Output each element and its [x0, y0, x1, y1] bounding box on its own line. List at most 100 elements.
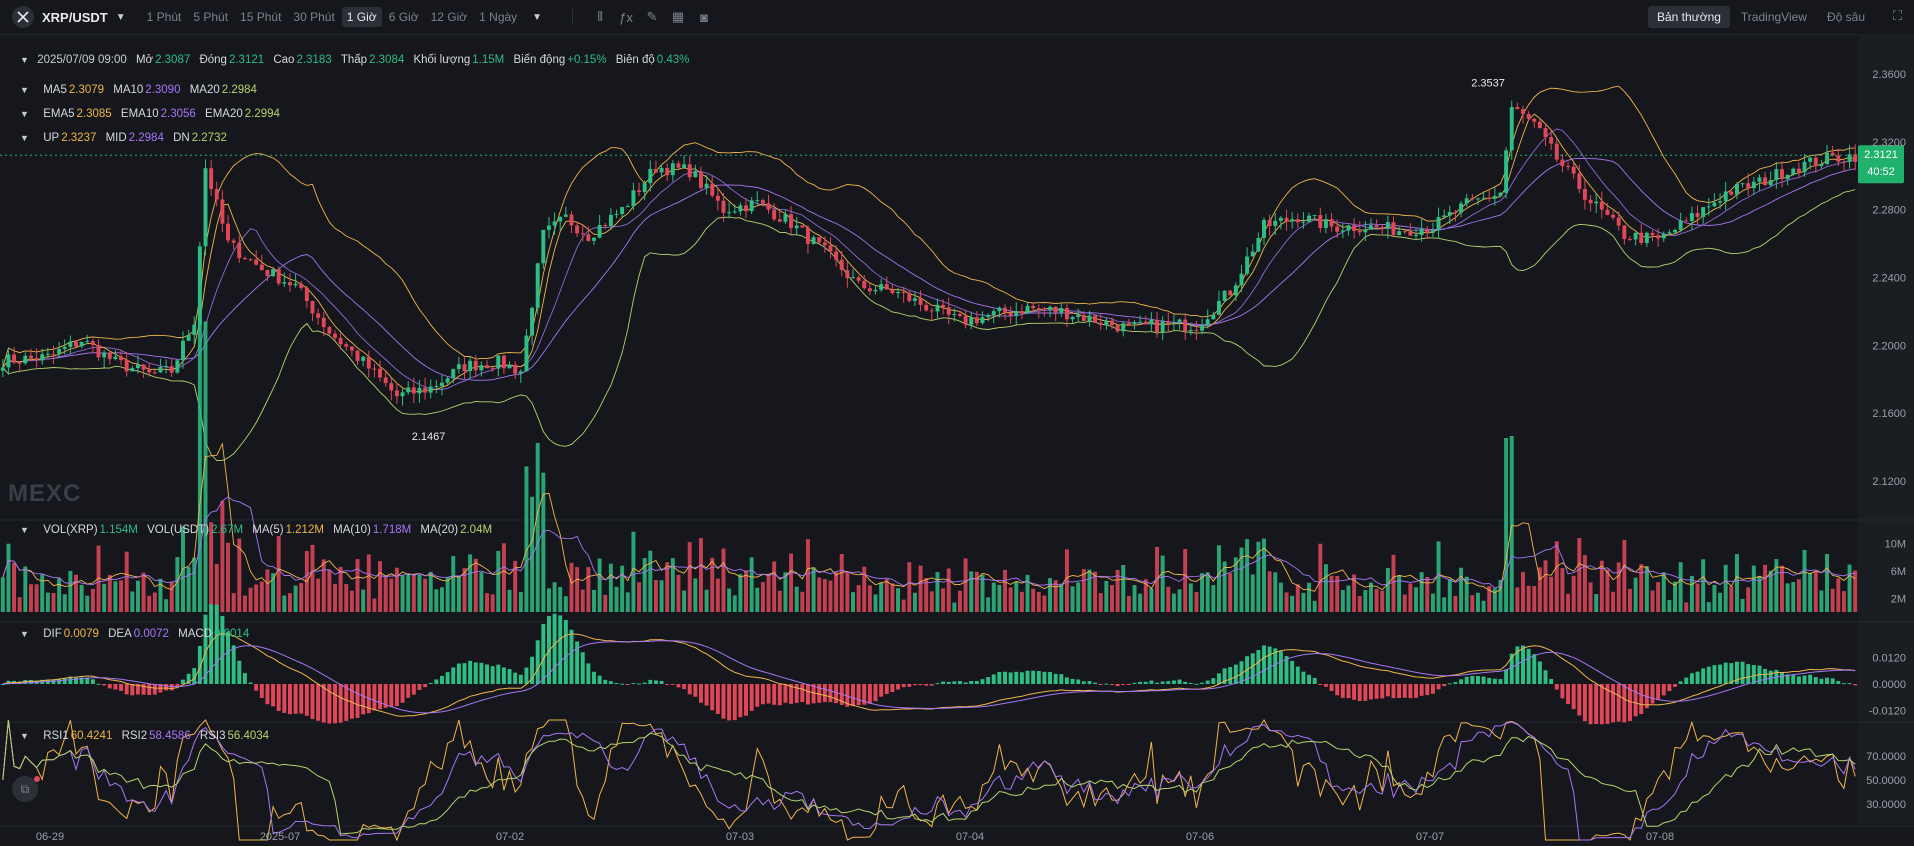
candle-body	[1025, 305, 1030, 314]
macd-histogram-bar	[1594, 684, 1599, 725]
macd-histogram-bar	[969, 680, 974, 684]
candle-body	[637, 190, 642, 193]
candle-body	[214, 189, 219, 200]
volume-bar	[873, 594, 878, 612]
macd-histogram-bar	[445, 672, 450, 684]
chevron-down-icon[interactable]: ▼	[20, 731, 34, 741]
candle-body	[1436, 217, 1441, 231]
macd-histogram-bar	[766, 684, 771, 704]
candle-body	[394, 390, 399, 397]
candle-body	[1064, 308, 1069, 320]
candle-body	[789, 214, 794, 229]
macd-histogram-bar	[541, 623, 546, 684]
chevron-down-icon[interactable]: ▼	[20, 85, 34, 95]
volume-bar	[389, 578, 394, 612]
candle-body	[1402, 231, 1407, 233]
macd-histogram-bar	[130, 684, 135, 696]
candle-body	[1414, 235, 1418, 237]
volume-bar	[310, 544, 315, 612]
volume-bar	[789, 553, 794, 612]
macd-histogram-bar	[1526, 648, 1531, 684]
macd-histogram-bar	[997, 671, 1002, 684]
volume-bar	[1402, 594, 1407, 612]
volume-bar	[1678, 562, 1683, 612]
candle-body	[1650, 232, 1655, 236]
chevron-down-icon[interactable]: ▼	[20, 55, 34, 65]
volume-bar	[113, 581, 118, 612]
volume-bar	[90, 588, 95, 612]
volume-bar	[338, 567, 343, 612]
dea-value: 0.0072	[133, 628, 169, 640]
candle-body	[1278, 217, 1283, 221]
vol-usdt-value: 2.67M	[211, 524, 244, 536]
macd-histogram-bar	[1560, 684, 1565, 699]
candle-body	[772, 209, 777, 220]
volume-bar	[248, 587, 253, 612]
candle-body	[1521, 109, 1525, 115]
candle-body	[642, 183, 647, 193]
volume-bar	[1064, 549, 1069, 612]
candle-body	[451, 369, 456, 379]
candle-body	[986, 315, 991, 318]
chevron-down-icon[interactable]: ▼	[20, 629, 34, 639]
volume-bar	[23, 566, 28, 612]
macd-histogram-bar	[1796, 676, 1801, 684]
macd-histogram-bar	[428, 682, 433, 684]
volume-bar	[1093, 571, 1098, 612]
macd-histogram-bar	[1487, 677, 1492, 684]
macd-histogram-bar	[653, 680, 658, 684]
macd-histogram-bar	[603, 679, 608, 684]
macd-histogram-bar	[884, 684, 889, 694]
vol-ma10-value: 1.718M	[372, 524, 412, 536]
candle-body	[1110, 320, 1114, 326]
rsi1-value: 60.4241	[70, 730, 113, 742]
candle-body	[1504, 150, 1509, 193]
macd-histogram-bar	[485, 664, 489, 684]
candle-body	[682, 164, 687, 168]
candle-body	[0, 367, 5, 371]
volume-bar	[986, 597, 991, 612]
chevron-down-icon[interactable]: ▼	[20, 525, 34, 535]
volume-bar	[259, 581, 264, 612]
volume-bar	[1611, 591, 1616, 612]
volume-bar	[772, 561, 777, 612]
macd-histogram-bar	[957, 680, 962, 684]
candle-body	[1425, 228, 1430, 233]
volume-bar	[1633, 577, 1638, 612]
macd-histogram-bar	[378, 684, 383, 710]
chevron-down-icon[interactable]: ▼	[20, 133, 34, 143]
macd-histogram-bar	[181, 679, 185, 684]
volume-bar	[1830, 588, 1835, 612]
volume-bar	[383, 576, 388, 612]
ohlc-open-label: Mở	[135, 54, 154, 66]
candle-body	[248, 259, 253, 261]
macd-histogram-bar	[1053, 673, 1058, 684]
macd-histogram-bar	[727, 684, 732, 721]
candle-body	[1183, 319, 1188, 332]
time-axis-tick: 2025-07	[260, 831, 300, 843]
macd-histogram-bar	[119, 684, 124, 691]
chevron-down-icon[interactable]: ▼	[20, 109, 34, 119]
candle-body	[687, 164, 692, 178]
macd-histogram-bar	[1549, 678, 1554, 684]
macd-histogram-bar	[451, 667, 456, 684]
volume-bar	[1656, 582, 1661, 612]
candle-body	[811, 237, 816, 244]
candle-body	[456, 364, 461, 370]
vol-xrp-value: 1.154M	[99, 524, 138, 536]
macd-histogram-bar	[338, 684, 343, 723]
volume-bar	[608, 563, 613, 612]
time-axis-tick: 06-29	[36, 831, 64, 843]
volume-bar	[1532, 586, 1537, 612]
candle-body	[918, 298, 923, 305]
candle-body	[90, 341, 95, 345]
candle-body	[1763, 177, 1768, 186]
candle-body	[1492, 195, 1497, 199]
low-marker-label: 2.1467	[412, 431, 446, 443]
macd-histogram-bar	[333, 684, 337, 724]
macd-histogram-bar	[631, 683, 636, 685]
candlestick-chart[interactable]: 2.3121 40:52 2.3537 2.1467 2.3600 2.3200 2.280…	[0, 0, 1914, 846]
macd-histogram-bar	[1143, 681, 1148, 684]
candle-body	[1667, 232, 1672, 234]
macd-histogram-bar	[1532, 654, 1537, 684]
